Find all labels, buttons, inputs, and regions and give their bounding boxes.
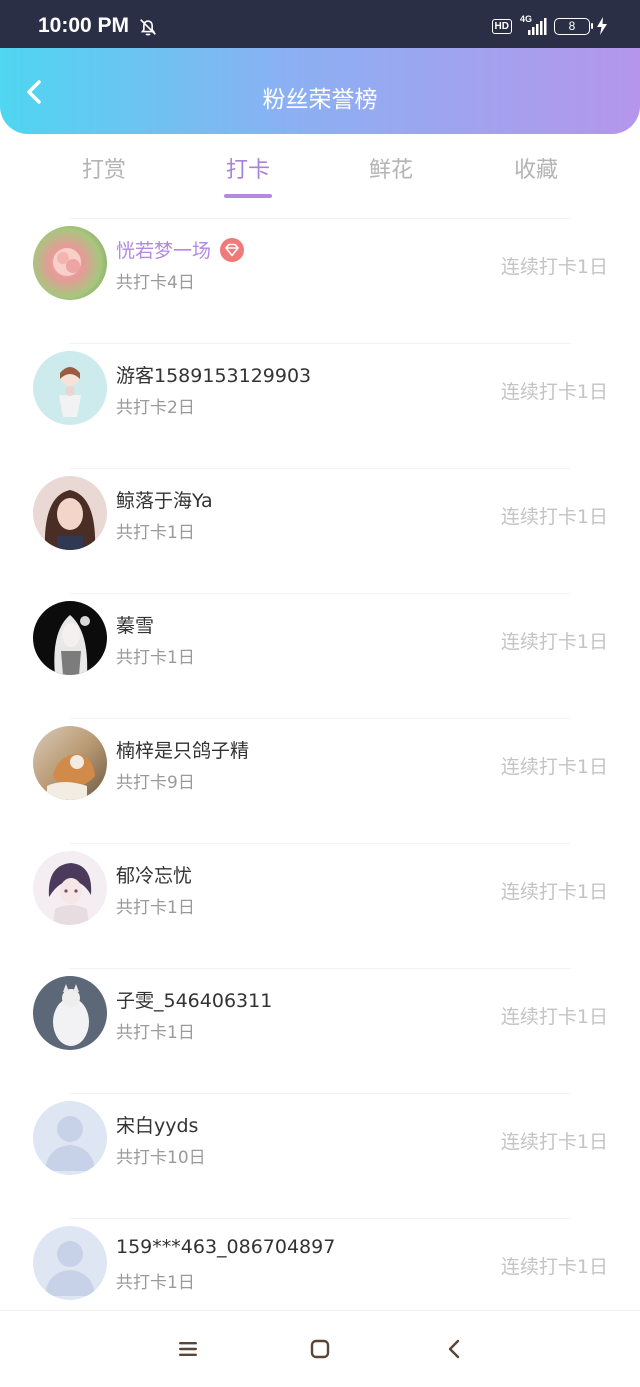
home-square-icon <box>310 1339 330 1359</box>
divider <box>70 1093 570 1094</box>
avatar[interactable] <box>33 976 107 1050</box>
avatar[interactable] <box>33 851 107 925</box>
list-item[interactable]: 鲸落于海Ya 共打卡1日 连续打卡1日 <box>0 464 640 589</box>
divider <box>70 843 570 844</box>
fan-name: 宋白yyds <box>116 1115 199 1137</box>
avatar[interactable] <box>33 601 107 675</box>
signal-icon: 4G <box>518 14 548 36</box>
back-arrow-icon <box>448 1339 460 1359</box>
avatar[interactable] <box>33 351 107 425</box>
tab-flowers[interactable]: 鲜花 <box>341 152 441 184</box>
fan-name: 恍若梦一场 <box>116 236 245 263</box>
tab-checkin[interactable]: 打卡 <box>198 152 298 184</box>
streak-label: 连续打卡1日 <box>500 506 608 528</box>
total-checkins: 共打卡1日 <box>116 1273 195 1293</box>
total-checkins: 共打卡9日 <box>116 773 195 793</box>
default-avatar[interactable] <box>33 1101 107 1175</box>
fan-name: 子雯_546406311 <box>116 990 273 1012</box>
total-checkins: 共打卡10日 <box>116 1148 206 1168</box>
user-silhouette-icon <box>45 1116 95 1171</box>
streak-label: 连续打卡1日 <box>500 881 608 903</box>
menu-button[interactable] <box>176 1337 200 1361</box>
streak-label: 连续打卡1日 <box>500 381 608 403</box>
back-nav-button[interactable] <box>442 1337 466 1361</box>
default-avatar[interactable] <box>33 1226 107 1300</box>
home-button[interactable] <box>308 1337 332 1361</box>
page-title: 粉丝荣誉榜 <box>262 87 378 113</box>
total-checkins: 共打卡1日 <box>116 898 195 918</box>
fan-list: 恍若梦一场 共打卡4日 连续打卡1日 游客1589153129903 共打卡2日… <box>0 214 640 1339</box>
divider <box>70 718 570 719</box>
fan-name-text: 恍若梦一场 <box>116 240 212 262</box>
avatar[interactable] <box>33 226 107 300</box>
list-item[interactable]: 郁冷忘忧 共打卡1日 连续打卡1日 <box>0 839 640 964</box>
fan-name: 楠梓是只鸽子精 <box>116 740 250 762</box>
streak-label: 连续打卡1日 <box>500 256 608 278</box>
divider <box>70 468 570 469</box>
streak-label: 连续打卡1日 <box>500 1256 608 1278</box>
divider <box>70 218 570 219</box>
tab-favorites[interactable]: 收藏 <box>486 152 586 184</box>
streak-label: 连续打卡1日 <box>500 631 608 653</box>
fan-name: 郁冷忘忧 <box>116 865 193 887</box>
battery-level: 8 <box>568 18 576 33</box>
menu-icon <box>179 1342 197 1356</box>
list-item[interactable]: 恍若梦一场 共打卡4日 连续打卡1日 <box>0 214 640 339</box>
list-item[interactable]: 子雯_546406311 共打卡1日 连续打卡1日 <box>0 964 640 1089</box>
diamond-badge-icon <box>220 237 245 262</box>
divider <box>70 593 570 594</box>
bell-muted-icon <box>140 19 156 36</box>
streak-label: 连续打卡1日 <box>500 1006 608 1028</box>
divider <box>70 1218 570 1219</box>
active-tab-indicator <box>224 194 272 198</box>
status-bar: 10:00 PM HD 4G 8 <box>0 0 640 48</box>
fan-name: 鲸落于海Ya <box>116 490 213 512</box>
list-item[interactable]: 游客1589153129903 共打卡2日 连续打卡1日 <box>0 339 640 464</box>
user-silhouette-icon <box>45 1241 95 1296</box>
fan-name: 游客1589153129903 <box>116 365 312 387</box>
header: 粉丝荣誉榜 <box>0 48 640 134</box>
charging-icon <box>597 17 607 35</box>
total-checkins: 共打卡1日 <box>116 648 195 668</box>
tab-bar: 打赏 打卡 鲜花 收藏 <box>0 134 640 204</box>
fan-name: 蓁雪 <box>116 615 155 637</box>
total-checkins: 共打卡1日 <box>116 1023 195 1043</box>
streak-label: 连续打卡1日 <box>500 1131 608 1153</box>
list-item[interactable]: 楠梓是只鸽子精 共打卡9日 连续打卡1日 <box>0 714 640 839</box>
total-checkins: 共打卡4日 <box>116 273 195 293</box>
tab-reward[interactable]: 打赏 <box>54 152 154 184</box>
hd-badge: HD <box>491 18 512 34</box>
divider <box>70 968 570 969</box>
divider <box>70 343 570 344</box>
total-checkins: 共打卡2日 <box>116 398 195 418</box>
list-item[interactable]: 宋白yyds 共打卡10日 连续打卡1日 <box>0 1089 640 1214</box>
battery-icon: 8 <box>554 17 593 35</box>
list-item[interactable]: 蓁雪 共打卡1日 连续打卡1日 <box>0 589 640 714</box>
avatar[interactable] <box>33 476 107 550</box>
streak-label: 连续打卡1日 <box>500 756 608 778</box>
status-right: HD 4G 8 <box>491 14 608 37</box>
system-nav-bar <box>0 1310 640 1387</box>
total-checkins: 共打卡1日 <box>116 523 195 543</box>
avatar[interactable] <box>33 726 107 800</box>
status-time: 10:00 PM <box>38 14 130 37</box>
fan-name: 159***463_086704897 <box>116 1236 336 1258</box>
